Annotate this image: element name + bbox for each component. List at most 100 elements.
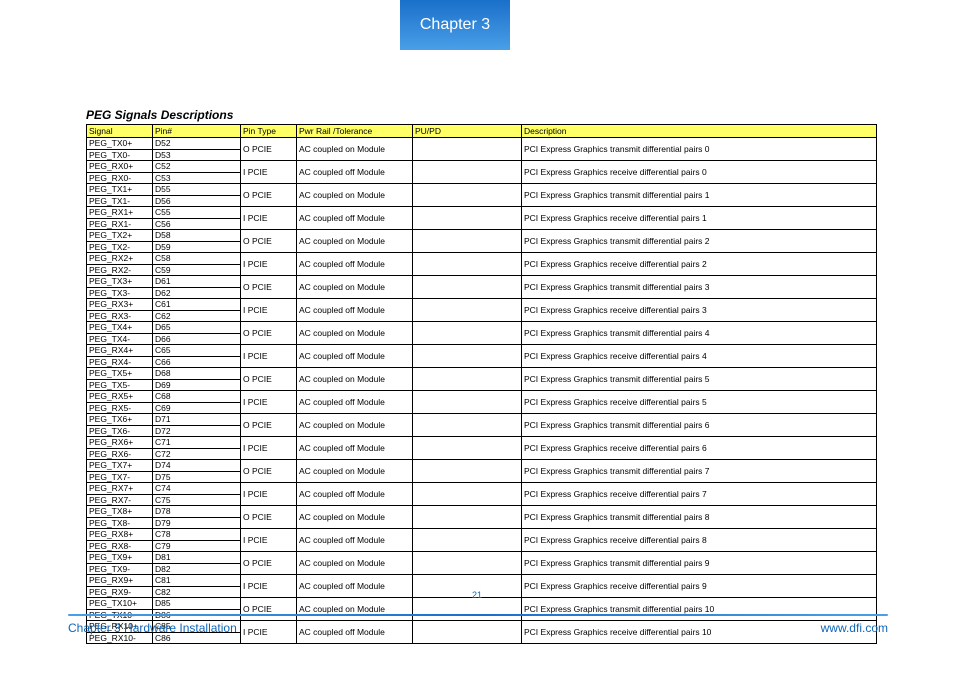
chapter-tab: Chapter 3 (400, 0, 510, 50)
cell-pupd (413, 276, 522, 299)
table-row: PEG_RX0+C52I PCIEAC coupled off ModulePC… (87, 161, 877, 173)
cell-signal: PEG_TX3+ (87, 276, 153, 288)
cell-pwr: AC coupled on Module (297, 368, 413, 391)
cell-pin: C68 (153, 391, 241, 403)
signals-table: Signal Pin# Pin Type Pwr Rail /Tolerance… (86, 124, 877, 644)
cell-pintype: O PCIE (241, 506, 297, 529)
cell-desc: PCI Express Graphics transmit differenti… (522, 598, 877, 621)
cell-pin: D68 (153, 368, 241, 380)
cell-pin: C79 (153, 540, 241, 552)
cell-pin: D71 (153, 414, 241, 426)
cell-pin: D55 (153, 184, 241, 196)
cell-pin: D53 (153, 149, 241, 161)
cell-pintype: O PCIE (241, 230, 297, 253)
cell-signal: PEG_RX1- (87, 218, 153, 230)
table-row: PEG_RX4+C65I PCIEAC coupled off ModulePC… (87, 345, 877, 357)
cell-signal: PEG_RX0+ (87, 161, 153, 173)
table-row: PEG_RX9+C81I PCIEAC coupled off ModulePC… (87, 575, 877, 587)
cell-pin: D69 (153, 379, 241, 391)
cell-signal: PEG_TX5- (87, 379, 153, 391)
cell-signal: PEG_TX4+ (87, 322, 153, 334)
cell-signal: PEG_TX7+ (87, 460, 153, 472)
footer-right-text: www.dfi.com (821, 621, 888, 635)
cell-pwr: AC coupled on Module (297, 598, 413, 621)
cell-pintype: I PCIE (241, 529, 297, 552)
cell-pwr: AC coupled on Module (297, 276, 413, 299)
cell-pupd (413, 230, 522, 253)
cell-pupd (413, 299, 522, 322)
cell-signal: PEG_TX9- (87, 563, 153, 575)
cell-signal: PEG_RX2- (87, 264, 153, 276)
cell-pin: C72 (153, 448, 241, 460)
cell-pin: C66 (153, 356, 241, 368)
cell-signal: PEG_RX2+ (87, 253, 153, 265)
cell-pin: C56 (153, 218, 241, 230)
cell-pintype: O PCIE (241, 460, 297, 483)
cell-pin: C69 (153, 402, 241, 414)
cell-pupd (413, 506, 522, 529)
cell-signal: PEG_TX3- (87, 287, 153, 299)
cell-pintype: I PCIE (241, 483, 297, 506)
cell-pwr: AC coupled off Module (297, 621, 413, 644)
cell-pin: C53 (153, 172, 241, 184)
cell-pwr: AC coupled off Module (297, 207, 413, 230)
cell-pwr: AC coupled off Module (297, 483, 413, 506)
cell-desc: PCI Express Graphics transmit differenti… (522, 276, 877, 299)
cell-pin: D58 (153, 230, 241, 242)
cell-pin: D62 (153, 287, 241, 299)
cell-signal: PEG_RX9+ (87, 575, 153, 587)
table-row: PEG_TX5+D68O PCIEAC coupled on ModulePCI… (87, 368, 877, 380)
cell-signal: PEG_RX6- (87, 448, 153, 460)
cell-pin: D81 (153, 552, 241, 564)
table-row: PEG_TX9+D81O PCIEAC coupled on ModulePCI… (87, 552, 877, 564)
th-pintype: Pin Type (241, 125, 297, 138)
cell-pintype: O PCIE (241, 276, 297, 299)
cell-pwr: AC coupled off Module (297, 529, 413, 552)
cell-pin: C59 (153, 264, 241, 276)
cell-signal: PEG_RX5+ (87, 391, 153, 403)
cell-pin: C78 (153, 529, 241, 541)
th-pupd: PU/PD (413, 125, 522, 138)
cell-signal: PEG_RX8+ (87, 529, 153, 541)
table-row: PEG_RX6+C71I PCIEAC coupled off ModulePC… (87, 437, 877, 449)
table-head: Signal Pin# Pin Type Pwr Rail /Tolerance… (87, 125, 877, 138)
th-signal: Signal (87, 125, 153, 138)
cell-desc: PCI Express Graphics receive differentia… (522, 345, 877, 368)
cell-desc: PCI Express Graphics transmit differenti… (522, 552, 877, 575)
th-pin: Pin# (153, 125, 241, 138)
cell-pupd (413, 621, 522, 644)
cell-pin: D75 (153, 471, 241, 483)
cell-pupd (413, 391, 522, 414)
cell-pintype: O PCIE (241, 552, 297, 575)
cell-pin: D74 (153, 460, 241, 472)
cell-pupd (413, 322, 522, 345)
cell-pintype: I PCIE (241, 345, 297, 368)
cell-pupd (413, 345, 522, 368)
cell-signal: PEG_RX8- (87, 540, 153, 552)
th-description: Description (522, 125, 877, 138)
cell-desc: PCI Express Graphics transmit differenti… (522, 138, 877, 161)
cell-pintype: I PCIE (241, 437, 297, 460)
cell-signal: PEG_TX2+ (87, 230, 153, 242)
cell-pin: C52 (153, 161, 241, 173)
cell-desc: PCI Express Graphics receive differentia… (522, 529, 877, 552)
table-row: PEG_RX3+C61I PCIEAC coupled off ModulePC… (87, 299, 877, 311)
cell-pupd (413, 414, 522, 437)
cell-pin: D56 (153, 195, 241, 207)
cell-pintype: O PCIE (241, 184, 297, 207)
cell-pin: C71 (153, 437, 241, 449)
cell-pin: D52 (153, 138, 241, 150)
cell-signal: PEG_RX4+ (87, 345, 153, 357)
cell-pintype: O PCIE (241, 368, 297, 391)
cell-desc: PCI Express Graphics transmit differenti… (522, 368, 877, 391)
cell-pupd (413, 460, 522, 483)
cell-pintype: O PCIE (241, 414, 297, 437)
cell-signal: PEG_TX6- (87, 425, 153, 437)
cell-desc: PCI Express Graphics transmit differenti… (522, 506, 877, 529)
cell-pin: D61 (153, 276, 241, 288)
cell-signal: PEG_TX0- (87, 149, 153, 161)
cell-signal: PEG_RX7+ (87, 483, 153, 495)
cell-pintype: O PCIE (241, 322, 297, 345)
cell-pupd (413, 483, 522, 506)
table-row: PEG_TX3+D61O PCIEAC coupled on ModulePCI… (87, 276, 877, 288)
